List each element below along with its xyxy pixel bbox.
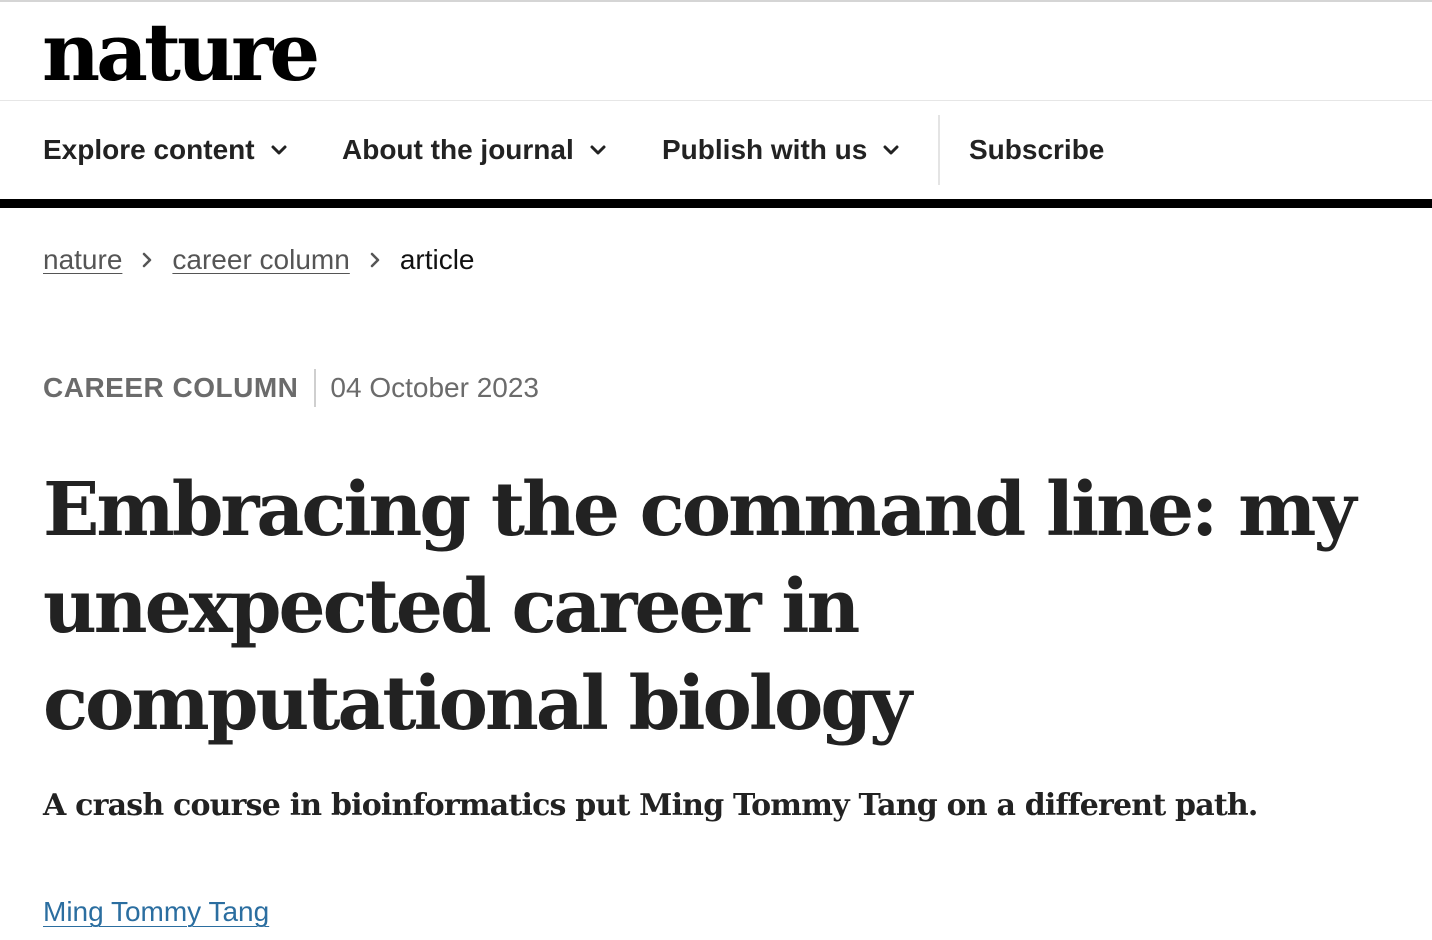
site-header: nature <box>0 2 1432 101</box>
nav-about-the-journal[interactable]: About the journal <box>342 101 608 199</box>
article-type: CAREER COLUMN <box>43 372 299 403</box>
nav-publish-with-us[interactable]: Publish with us <box>662 101 901 199</box>
nav-subscribe[interactable]: Subscribe <box>969 101 1104 199</box>
nav-divider <box>938 115 940 185</box>
chevron-right-icon <box>370 252 380 268</box>
nav-subscribe-label: Subscribe <box>969 134 1105 165</box>
breadcrumb-nature[interactable]: nature <box>43 244 122 276</box>
breadcrumb-article: article <box>399 244 475 275</box>
nav-about-the-journal-label: About the journal <box>342 134 574 165</box>
meta-divider <box>314 369 317 407</box>
chevron-down-icon <box>590 145 606 155</box>
article-meta: CAREER COLUMN 04 October 2023 <box>43 366 539 410</box>
main-navigation: Explore content About the journal Publis… <box>0 101 1432 199</box>
article-standfirst: A crash course in bioinformatics put Min… <box>43 788 1258 823</box>
chevron-right-icon <box>143 252 152 268</box>
nature-logo[interactable]: nature <box>42 4 320 100</box>
chevron-down-icon <box>883 145 899 155</box>
author-link[interactable]: Ming Tommy Tang <box>43 890 269 934</box>
chevron-down-icon <box>271 145 287 155</box>
article-title: Embracing the command line: my unexpecte… <box>43 467 1356 747</box>
breadcrumb: nature career column article <box>43 236 475 284</box>
article-date: 04 October 2023 <box>330 372 539 403</box>
nav-explore-content-label: Explore content <box>43 134 255 165</box>
breadcrumb-career-column[interactable]: career column <box>172 244 349 276</box>
nav-explore-content[interactable]: Explore content <box>43 101 289 199</box>
header-rule <box>0 199 1432 208</box>
nav-publish-with-us-label: Publish with us <box>662 134 868 165</box>
